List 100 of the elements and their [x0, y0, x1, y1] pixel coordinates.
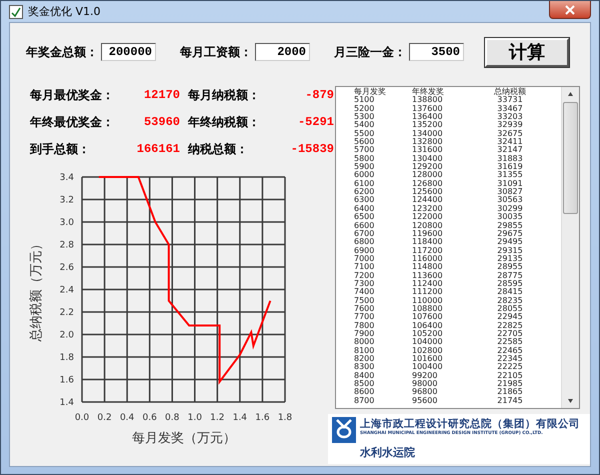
- table-cell-text: 5700: [354, 146, 376, 155]
- scroll-thumb[interactable]: [563, 102, 578, 214]
- table-cell-text: 28235: [496, 296, 524, 305]
- input-field[interactable]: 2000: [255, 43, 310, 61]
- table-cell-text: 29675: [496, 230, 524, 238]
- table-cell-text: 6300: [354, 196, 376, 205]
- table-cell-text: 7600: [354, 304, 376, 313]
- y-axis-title: 总纳税额（万元）: [29, 238, 44, 342]
- table-cell-text: 107600: [412, 313, 444, 322]
- table-cell-text: 128000: [412, 171, 444, 180]
- table-cell-text: 8200: [354, 355, 376, 363]
- result-value: 166161: [136, 141, 180, 158]
- table-cell-text: 7700: [354, 313, 376, 322]
- column-header: 每月发奖: [354, 88, 387, 96]
- table-cell-text: 111200: [412, 288, 444, 297]
- table-cell-text: 120800: [412, 222, 444, 230]
- table-cell-text: 6500: [354, 213, 376, 222]
- table-cell-text: 30827: [496, 188, 524, 196]
- table-cell-text: 29495: [496, 238, 524, 247]
- table-cell-text: 6600: [354, 222, 376, 230]
- table-cell-text: 8000: [354, 338, 376, 347]
- table-cell-text: 96800: [412, 388, 438, 397]
- table-cell-text: 5900: [354, 163, 376, 172]
- table-cell-text: 134000: [412, 130, 444, 138]
- table-cell-text: 5800: [354, 154, 376, 163]
- table-cell-text: 101600: [412, 355, 444, 363]
- table-cell-text: 22705: [496, 330, 524, 338]
- table-cell-text: 104000: [412, 338, 444, 347]
- table-cell-text: 6700: [354, 230, 376, 238]
- table-cell-text: 30563: [496, 196, 524, 205]
- result-label: 年终最优奖金：: [30, 114, 115, 131]
- table-cell-text: 8500: [354, 380, 376, 388]
- table-cell-text: 28415: [496, 288, 524, 297]
- field-label: 每月工资额：: [180, 44, 252, 60]
- table-cell-text: 105200: [412, 330, 444, 338]
- table-cell-text: 138800: [412, 96, 444, 105]
- table-cell-text: 6900: [354, 246, 376, 255]
- table-cell-text: 28595: [496, 280, 524, 288]
- y-tick-label: 2.4: [60, 286, 74, 296]
- result-value: 12170: [142, 87, 180, 104]
- scrollbar[interactable]: [561, 87, 579, 408]
- table-cell-text: 7100: [354, 263, 376, 272]
- table-cell-text: 22225: [496, 363, 524, 372]
- table-cell-text: 31883: [496, 154, 524, 163]
- table-cell-text: 29855: [496, 222, 524, 230]
- x-tick-label: 1.0: [188, 413, 202, 423]
- table-cell-text: 132800: [412, 138, 444, 146]
- window-title: 奖金优化 V1.0: [28, 4, 101, 19]
- x-tick-label: 1.6: [255, 413, 270, 423]
- table-cell-text: 22465: [496, 346, 524, 355]
- table-cell-text: 33731: [496, 96, 524, 105]
- result-list[interactable]: [335, 86, 580, 409]
- result-label: 到手总额：: [30, 141, 91, 158]
- table-cell-text: 118400: [412, 238, 444, 247]
- table-cell-text: 112400: [412, 280, 444, 288]
- x-tick-label: 0.8: [165, 413, 180, 423]
- table-cell-text: 116000: [412, 254, 444, 263]
- close-button[interactable]: [549, 1, 591, 19]
- table-cell-text: 8600: [354, 388, 376, 397]
- table-cell-text: 8400: [354, 372, 376, 380]
- table-cell-text: 126800: [412, 180, 444, 188]
- table-cell-text: 110000: [412, 296, 444, 305]
- calculate-button[interactable]: 计算: [485, 38, 569, 66]
- table-cell-text: 30299: [496, 204, 524, 213]
- result-label: 每月最优奖金：: [30, 87, 115, 104]
- table-cell-text: 8700: [354, 396, 376, 406]
- y-tick-label: 3.0: [60, 218, 74, 228]
- table-cell-text: 21745: [496, 396, 524, 406]
- input-field[interactable]: 3500: [409, 43, 464, 61]
- table-cell-text: 130400: [412, 154, 444, 163]
- table-cell-text: 31355: [496, 171, 524, 180]
- table-cell-text: 22945: [496, 313, 524, 322]
- table-cell-text: 136400: [412, 113, 444, 122]
- table-cell-text: 31619: [496, 163, 524, 172]
- table-cell-text: 22585: [496, 338, 524, 347]
- table-cell-text: 7800: [354, 322, 376, 330]
- table-cell-text: 129200: [412, 163, 444, 172]
- table-cell-text: 135200: [412, 121, 444, 130]
- table-cell-text: 106400: [412, 322, 444, 330]
- table-cell-text: 114800: [412, 263, 444, 272]
- y-tick-label: 2.2: [60, 308, 74, 318]
- field-label: 年奖金总额：: [26, 44, 98, 60]
- table-cell-text: 6800: [354, 238, 376, 247]
- table-cell-text: 29135: [496, 254, 524, 263]
- table-cell-text: 99200: [412, 372, 438, 380]
- column-header: 总纳税额: [493, 88, 527, 96]
- y-tick-label: 3.4: [60, 173, 74, 183]
- logo-icon: [332, 417, 356, 443]
- y-tick-label: 1.6: [60, 376, 74, 386]
- table-cell-text: 22825: [496, 322, 524, 330]
- result-label: 纳税总额：: [188, 141, 249, 158]
- table-cell-text: 7900: [354, 330, 376, 338]
- table-cell-text: 6400: [354, 204, 376, 213]
- table-cell-text: 5500: [354, 130, 376, 138]
- y-tick-label: 1.4: [60, 398, 74, 408]
- table-cell-text: 100400: [412, 363, 444, 372]
- app-icon: [9, 4, 23, 18]
- table-cell-text: 31091: [496, 180, 524, 188]
- input-field[interactable]: 200000: [101, 43, 156, 61]
- table-cell-text: 8300: [354, 363, 376, 372]
